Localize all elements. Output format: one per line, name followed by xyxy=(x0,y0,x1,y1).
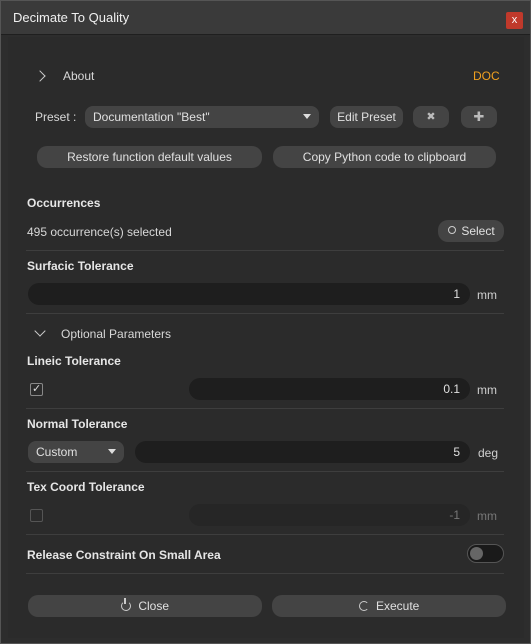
release-constraint-toggle[interactable] xyxy=(467,544,504,563)
doc-link[interactable]: DOC xyxy=(473,69,500,83)
separator xyxy=(26,573,504,574)
chevron-down-icon[interactable] xyxy=(34,325,46,337)
search-icon xyxy=(448,226,456,234)
decimate-dialog: Decimate To Quality x About DOC Preset :… xyxy=(0,0,531,644)
release-constraint-title: Release Constraint On Small Area xyxy=(27,548,221,562)
dialog-body: About DOC Preset : Documentation "Best" … xyxy=(8,37,524,638)
chevron-right-icon[interactable] xyxy=(34,70,46,82)
lineic-unit: mm xyxy=(477,383,497,397)
surfacic-tolerance-title: Surfacic Tolerance xyxy=(27,259,134,273)
remove-preset-button[interactable]: ✖ xyxy=(413,106,449,128)
select-button-label: Select xyxy=(461,224,495,238)
execute-button-label: Execute xyxy=(375,599,420,613)
close-button-label: Close xyxy=(138,599,170,613)
separator xyxy=(26,471,504,472)
power-icon xyxy=(120,598,131,611)
texcoord-unit: mm xyxy=(477,509,497,523)
check-icon: ✓ xyxy=(32,383,42,395)
optional-parameters-toggle[interactable]: Optional Parameters xyxy=(61,327,171,341)
refresh-icon xyxy=(358,601,369,611)
texcoord-enable-checkbox[interactable] xyxy=(30,509,43,522)
close-button[interactable]: Close xyxy=(28,595,262,617)
surfacic-unit: mm xyxy=(477,288,497,302)
lineic-tolerance-title: Lineic Tolerance xyxy=(27,354,121,368)
normal-tolerance-title: Normal Tolerance xyxy=(27,417,128,431)
lineic-enable-checkbox[interactable]: ✓ xyxy=(30,383,43,396)
about-label[interactable]: About xyxy=(63,69,94,83)
separator xyxy=(26,250,504,251)
dropdown-arrow-icon xyxy=(303,114,311,119)
separator xyxy=(26,408,504,409)
add-preset-button[interactable]: ✚ xyxy=(461,106,497,128)
select-button[interactable]: Select xyxy=(438,220,504,242)
preset-label: Preset : xyxy=(35,110,77,124)
execute-button[interactable]: Execute xyxy=(272,595,506,617)
window-close-button[interactable]: x xyxy=(506,12,523,29)
window-title: Decimate To Quality xyxy=(13,10,130,25)
occurrences-title: Occurrences xyxy=(27,196,101,210)
normal-mode-select[interactable]: Custom xyxy=(28,441,124,463)
dropdown-arrow-icon xyxy=(108,449,116,454)
separator xyxy=(26,534,504,535)
preset-select[interactable]: Documentation "Best" xyxy=(85,106,319,128)
restore-defaults-button[interactable]: Restore function default values xyxy=(37,146,262,168)
texcoord-tolerance-title: Tex Coord Tolerance xyxy=(27,480,145,494)
copy-python-button[interactable]: Copy Python code to clipboard xyxy=(273,146,496,168)
occurrences-summary: 495 occurrence(s) selected xyxy=(27,225,172,239)
edit-preset-button[interactable]: Edit Preset xyxy=(330,106,403,128)
normal-unit: deg xyxy=(478,446,499,460)
separator xyxy=(26,313,504,314)
normal-mode-value: Custom xyxy=(36,445,78,459)
title-bar: Decimate To Quality x xyxy=(1,1,530,35)
lineic-tolerance-input[interactable]: 0.1 xyxy=(189,378,470,400)
surfacic-tolerance-input[interactable]: 1 xyxy=(28,283,470,305)
toggle-knob xyxy=(470,547,483,560)
normal-tolerance-input[interactable]: 5 xyxy=(135,441,470,463)
preset-selected-value: Documentation "Best" xyxy=(93,110,210,124)
texcoord-tolerance-input[interactable]: -1 xyxy=(189,504,470,526)
